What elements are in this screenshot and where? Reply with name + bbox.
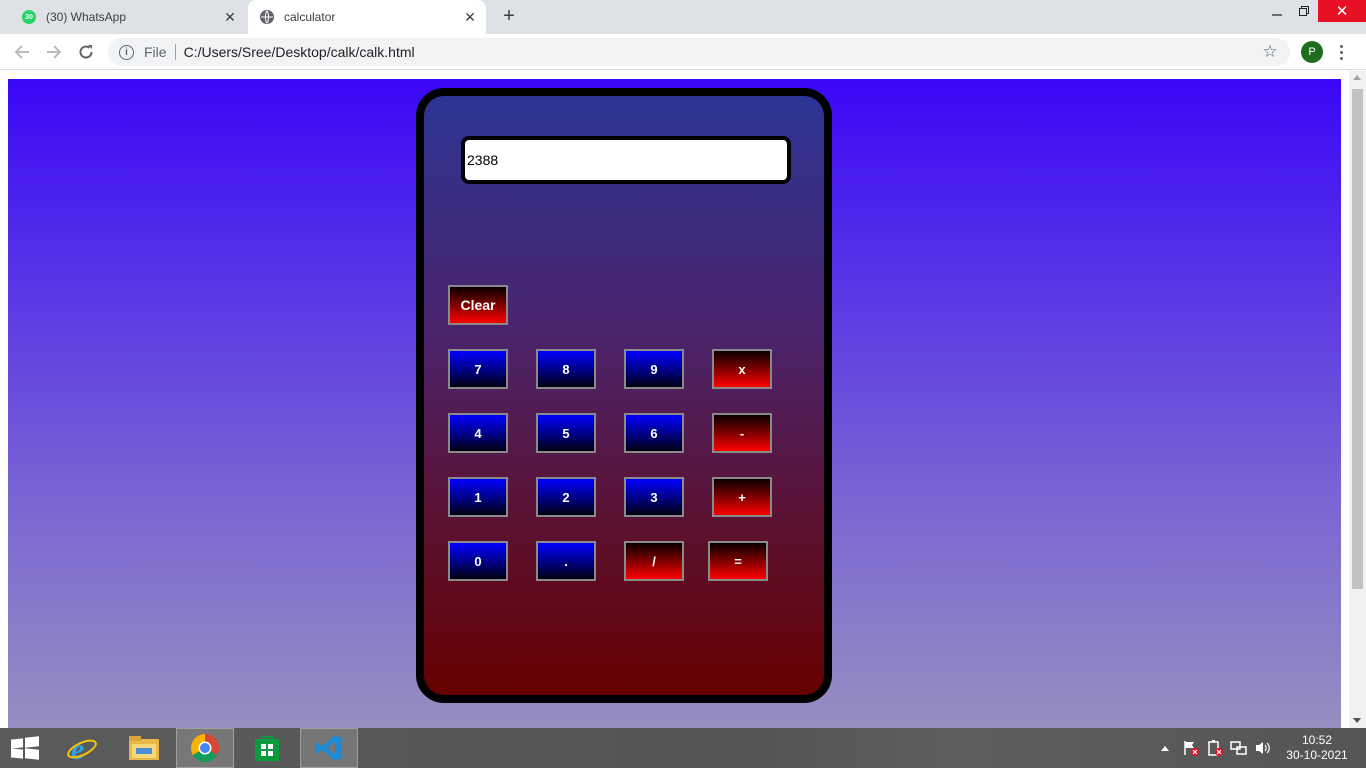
key-8-button[interactable]: 8: [536, 349, 596, 389]
close-window-button[interactable]: ✕: [1318, 0, 1366, 22]
chrome-icon[interactable]: [176, 728, 234, 768]
clear-button[interactable]: Clear: [448, 285, 508, 325]
tab-calculator[interactable]: calculator ✕: [248, 0, 486, 34]
tab-title: (30) WhatsApp: [46, 10, 127, 24]
key-6-button[interactable]: 6: [624, 413, 684, 453]
scroll-up-arrow-icon[interactable]: [1353, 75, 1361, 80]
scrollbar-thumb[interactable]: [1352, 89, 1363, 589]
multiply-button[interactable]: x: [712, 349, 772, 389]
decimal-button[interactable]: .: [536, 541, 596, 581]
key-9-button[interactable]: 9: [624, 349, 684, 389]
key-1-button[interactable]: 1: [448, 477, 508, 517]
action-center-icon[interactable]: [1182, 728, 1200, 768]
browser-menu-icon[interactable]: [1334, 40, 1348, 64]
close-tab-icon[interactable]: ✕: [222, 9, 238, 25]
tab-title: calculator: [284, 10, 336, 24]
forward-arrow-icon[interactable]: [42, 40, 66, 64]
calculator: 2388 Clear 7 8 9 x 4 5 6 - 1 2 3 + 0 . /…: [416, 88, 832, 703]
equals-button[interactable]: =: [708, 541, 768, 581]
tab-whatsapp[interactable]: 30 (30) WhatsApp ✕: [0, 0, 246, 34]
url-text[interactable]: C:/Users/Sree/Desktop/calk/calk.html: [184, 44, 1260, 60]
reload-icon[interactable]: [74, 40, 98, 64]
site-info-icon[interactable]: i: [119, 44, 134, 60]
battery-icon[interactable]: [1206, 728, 1224, 768]
store-icon[interactable]: [238, 728, 296, 768]
key-4-button[interactable]: 4: [448, 413, 508, 453]
browser-tab-strip: 30 (30) WhatsApp ✕ calculator ✕ + ✕: [0, 0, 1366, 34]
page-background: 2388 Clear 7 8 9 x 4 5 6 - 1 2 3 + 0 . /…: [8, 79, 1341, 728]
close-tab-icon[interactable]: ✕: [462, 9, 478, 25]
scroll-down-arrow-icon[interactable]: [1353, 718, 1361, 723]
internet-explorer-icon[interactable]: e: [53, 728, 111, 768]
windows-taskbar: e 10:52 30-10-2021: [0, 728, 1366, 768]
key-3-button[interactable]: 3: [624, 477, 684, 517]
browser-toolbar: i File C:/Users/Sree/Desktop/calk/calk.h…: [0, 34, 1366, 70]
network-icon[interactable]: [1230, 728, 1248, 768]
key-5-button[interactable]: 5: [536, 413, 596, 453]
profile-avatar[interactable]: P: [1301, 41, 1323, 63]
show-hidden-icons-icon[interactable]: [1160, 728, 1170, 768]
scheme-label: File: [144, 44, 167, 60]
key-0-button[interactable]: 0: [448, 541, 508, 581]
windows-start-icon[interactable]: [11, 736, 39, 760]
new-tab-button[interactable]: +: [498, 6, 520, 28]
volume-icon[interactable]: [1254, 728, 1272, 768]
whatsapp-icon: 30: [22, 10, 36, 24]
divider: [174, 44, 176, 60]
globe-icon: [260, 10, 274, 24]
page-viewport: 2388 Clear 7 8 9 x 4 5 6 - 1 2 3 + 0 . /…: [0, 71, 1366, 728]
subtract-button[interactable]: -: [712, 413, 772, 453]
clock-date: 30-10-2021: [1286, 748, 1348, 762]
key-7-button[interactable]: 7: [448, 349, 508, 389]
vertical-scrollbar[interactable]: [1349, 71, 1366, 728]
bookmark-star-icon[interactable]: ☆: [1260, 42, 1280, 62]
key-2-button[interactable]: 2: [536, 477, 596, 517]
vscode-icon[interactable]: [300, 728, 358, 768]
clock-time: 10:52: [1301, 733, 1333, 747]
calculator-display[interactable]: 2388: [461, 136, 791, 184]
back-arrow-icon[interactable]: [10, 40, 34, 64]
add-button[interactable]: +: [712, 477, 772, 517]
divide-button[interactable]: /: [624, 541, 684, 581]
address-bar[interactable]: i File C:/Users/Sree/Desktop/calk/calk.h…: [108, 38, 1290, 66]
file-explorer-icon[interactable]: [115, 728, 173, 768]
system-clock[interactable]: 10:52 30-10-2021: [1282, 733, 1352, 763]
